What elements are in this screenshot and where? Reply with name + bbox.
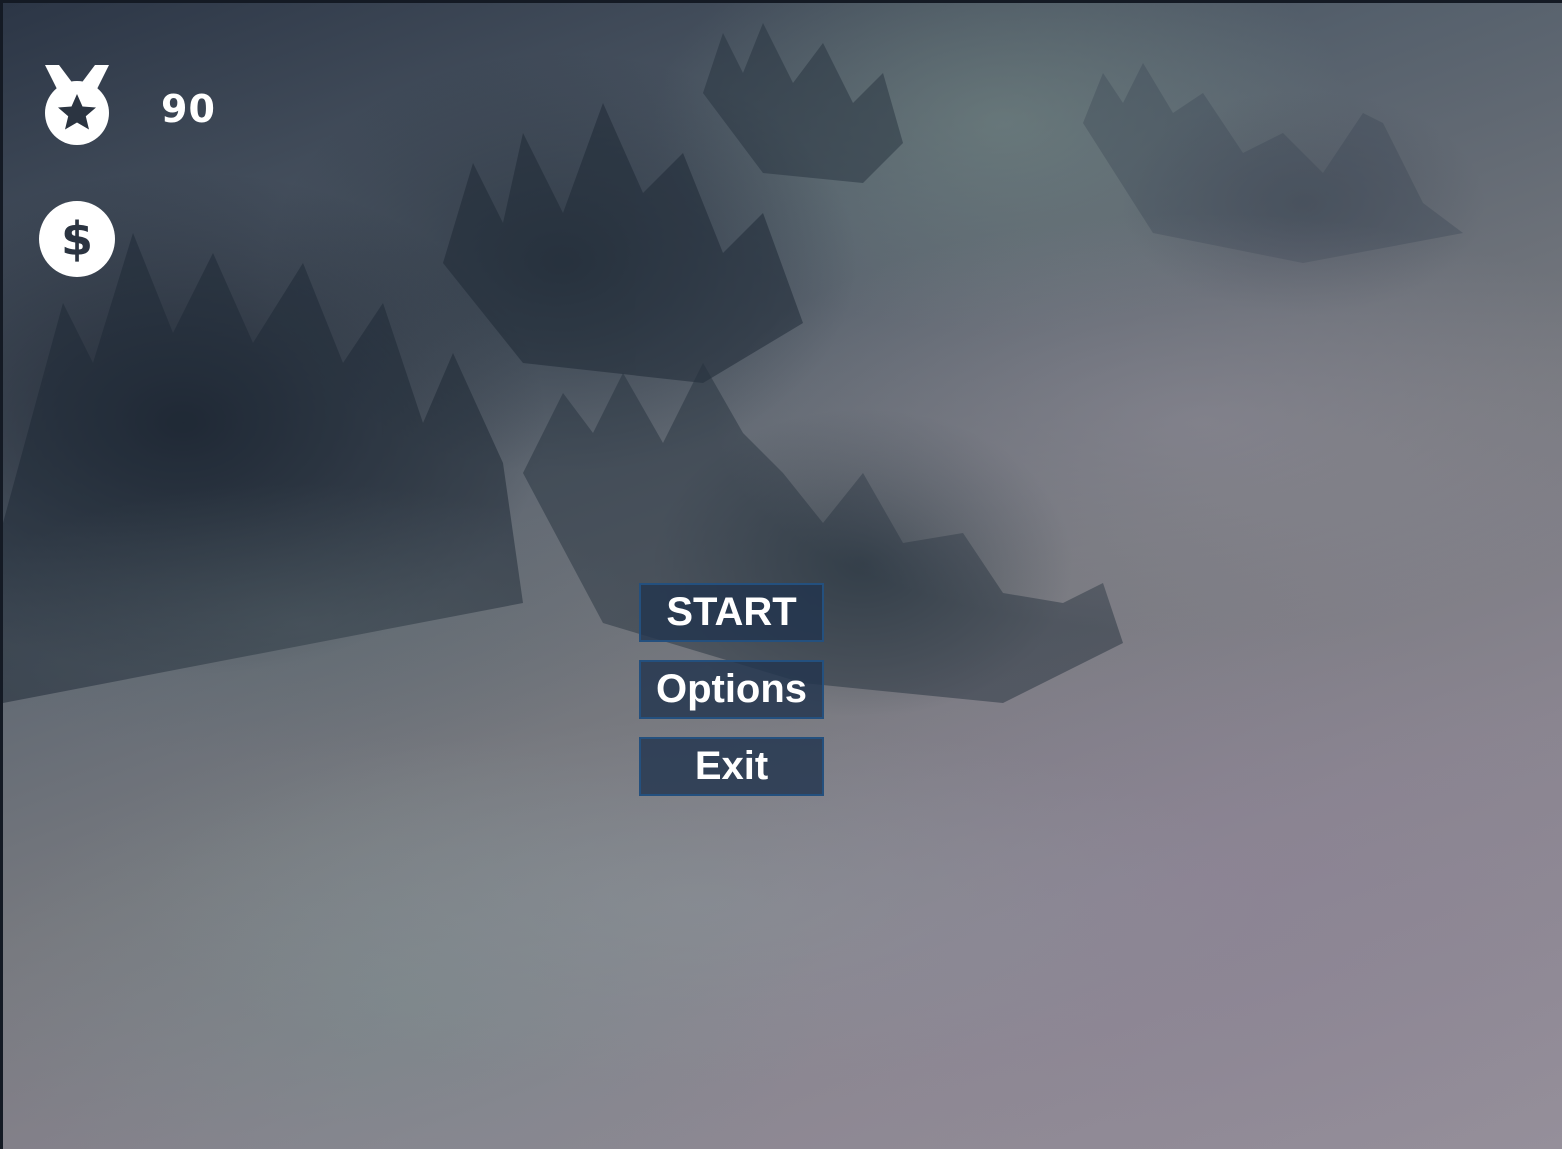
start-button[interactable]: START [639, 583, 824, 642]
score-display: 90 [41, 63, 216, 154]
main-menu: START Options Exit [639, 583, 824, 814]
options-button[interactable]: Options [639, 660, 824, 719]
medal-star-icon [41, 63, 113, 154]
svg-text:$: $ [61, 212, 93, 266]
foggy-forest-background [3, 23, 1463, 703]
main-menu-screen: 90 $ START Options Exit [0, 0, 1562, 1149]
score-value: 90 [161, 86, 216, 131]
exit-button[interactable]: Exit [639, 737, 824, 796]
dollar-coin-icon: $ [37, 199, 117, 284]
money-display: $ [37, 199, 117, 284]
